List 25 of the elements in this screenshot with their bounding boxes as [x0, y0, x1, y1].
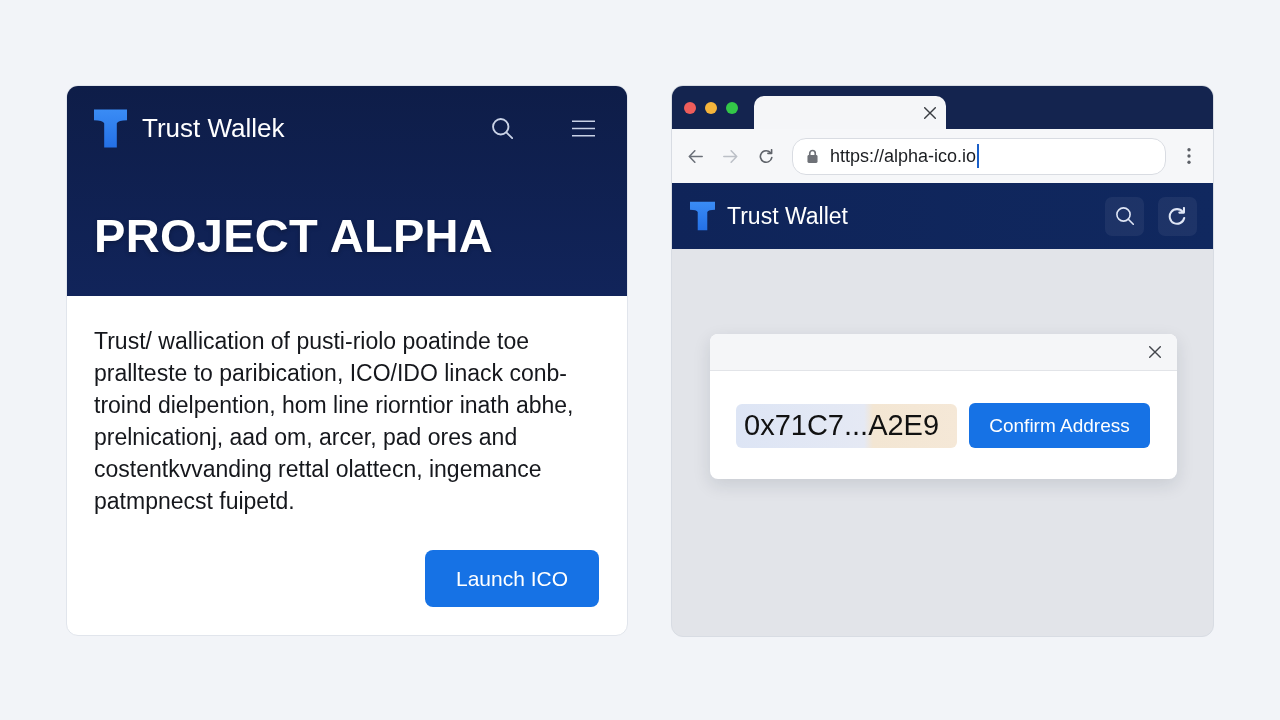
menu-icon[interactable] — [572, 119, 595, 137]
description-text: Trust/ wallication of pusti-riolo poatinde toe prallteste to paribication, ICO/IDO linack conb- troind dielpention, hom line riorntior inath abhe, prelnicationj, aad om, arcer, pad ores and costentkvvanding rettal olattecn, ingemance patmpnecst fuipetd. — [94, 327, 575, 516]
close-icon[interactable] — [1149, 346, 1161, 358]
window-minimize-icon[interactable] — [705, 101, 717, 114]
logo-icon — [690, 201, 715, 231]
brand-name: Trust Wallek — [142, 112, 285, 144]
page-title: PROJECT ALPHA — [94, 208, 495, 264]
reload-icon[interactable] — [759, 148, 774, 164]
search-icon[interactable] — [492, 117, 513, 139]
launch-button[interactable]: Launch ICO — [425, 550, 599, 607]
window-close-icon[interactable] — [684, 101, 696, 114]
window-maximize-icon[interactable] — [726, 101, 738, 114]
more-options-icon[interactable] — [1187, 148, 1191, 164]
lock-icon — [807, 149, 818, 163]
logo-icon — [94, 108, 127, 148]
confirm-address-button[interactable]: Confirm Address — [969, 403, 1150, 448]
search-button[interactable] — [1105, 196, 1144, 236]
brand-name: Trust Wallet — [727, 202, 848, 230]
back-arrow-icon[interactable] — [688, 149, 703, 163]
url-field[interactable]: https://alpha-ico.io — [792, 137, 1166, 175]
wallet-address: 0x71C7...A2E9 — [736, 403, 957, 448]
search-icon — [1115, 207, 1134, 225]
refresh-button[interactable] — [1158, 196, 1197, 236]
close-icon[interactable] — [924, 106, 936, 119]
refresh-icon — [1168, 206, 1187, 226]
